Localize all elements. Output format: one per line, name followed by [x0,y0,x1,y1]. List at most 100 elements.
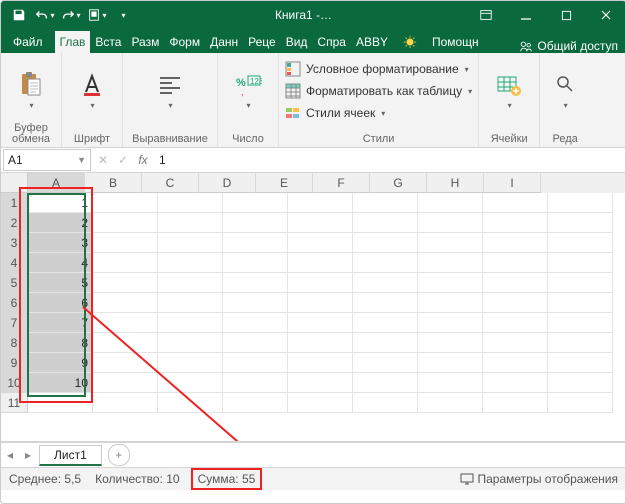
col-header[interactable]: B [85,173,142,193]
cell[interactable] [418,233,483,253]
row-header[interactable]: 3 [1,233,28,253]
cell[interactable] [288,393,353,413]
fx-icon[interactable]: fx [133,153,153,167]
cell[interactable] [158,213,223,233]
cell[interactable] [548,273,613,293]
tab-layout[interactable]: Разм [126,31,164,53]
name-box[interactable]: A1 ▼ [3,149,91,171]
cell[interactable] [483,313,548,333]
paste-button[interactable]: ▾ [5,57,57,123]
cell[interactable] [483,253,548,273]
cell[interactable] [93,313,158,333]
cell[interactable] [93,273,158,293]
cell[interactable] [418,353,483,373]
sheet-nav-prev-icon[interactable]: ◂ [1,448,19,462]
tell-me-label[interactable]: Помощн [427,31,484,53]
cell[interactable] [288,333,353,353]
cell[interactable] [223,253,288,273]
cell[interactable] [483,213,548,233]
display-settings[interactable]: Параметры отображения [460,472,619,486]
col-header[interactable]: E [256,173,313,193]
col-header[interactable]: C [142,173,199,193]
cells-button[interactable]: ▾ [483,57,535,123]
cell[interactable] [223,193,288,213]
row-header[interactable]: 11 [1,393,28,413]
cell[interactable] [288,353,353,373]
cell[interactable] [353,373,418,393]
cell[interactable] [93,193,158,213]
editing-button[interactable]: ▾ [544,57,586,123]
cell[interactable]: 3 [28,233,93,253]
cell[interactable] [288,313,353,333]
col-header[interactable]: H [427,173,484,193]
cell[interactable] [483,293,548,313]
cell[interactable] [28,393,93,413]
cell[interactable] [223,393,288,413]
cell[interactable] [483,193,548,213]
cell[interactable]: 9 [28,353,93,373]
cell[interactable] [353,313,418,333]
tab-home[interactable]: Глав [55,31,91,53]
maximize-icon[interactable] [546,1,586,29]
cell[interactable]: 5 [28,273,93,293]
cell[interactable] [93,333,158,353]
cell[interactable] [223,293,288,313]
cell[interactable] [483,353,548,373]
cell[interactable] [418,333,483,353]
cell[interactable] [223,373,288,393]
cell[interactable] [158,313,223,333]
cell[interactable] [93,213,158,233]
cell[interactable] [418,273,483,293]
cell[interactable] [288,253,353,273]
cell[interactable] [353,213,418,233]
row-header[interactable]: 1 [1,193,28,213]
cell[interactable] [353,233,418,253]
add-sheet-icon[interactable]: + [108,444,130,466]
cell[interactable] [288,213,353,233]
cell[interactable] [353,393,418,413]
cell[interactable] [288,293,353,313]
cell[interactable] [483,393,548,413]
row-header[interactable]: 7 [1,313,28,333]
alignment-button[interactable]: ▾ [130,57,210,123]
cell[interactable] [483,273,548,293]
row-header[interactable]: 5 [1,273,28,293]
cell[interactable] [93,253,158,273]
cell[interactable] [158,273,223,293]
redo-icon[interactable]: ▾ [59,4,83,26]
cell[interactable] [288,193,353,213]
cell[interactable] [353,273,418,293]
number-button[interactable]: %123, ▾ [222,57,274,123]
cell[interactable] [223,273,288,293]
qat-customize-icon[interactable]: ▾ [111,4,135,26]
cell[interactable] [288,273,353,293]
cell[interactable] [353,353,418,373]
touch-mode-icon[interactable]: ▾ [85,4,109,26]
tab-review[interactable]: Реце [243,31,281,53]
cell[interactable]: 4 [28,253,93,273]
cell[interactable] [93,393,158,413]
row-header[interactable]: 8 [1,333,28,353]
tab-data[interactable]: Данн [205,31,243,53]
share-button[interactable]: Общий доступ [511,39,625,53]
cell[interactable] [158,193,223,213]
cell[interactable] [548,313,613,333]
cell[interactable]: 7 [28,313,93,333]
select-all-corner[interactable] [1,173,28,193]
col-header[interactable]: I [484,173,541,193]
row-header[interactable]: 6 [1,293,28,313]
cell[interactable] [483,233,548,253]
cell-styles[interactable]: Стили ячеек ▾ [285,103,472,123]
cell[interactable] [158,293,223,313]
cell[interactable] [93,373,158,393]
conditional-formatting[interactable]: Условное форматирование ▾ [285,59,472,79]
cell[interactable] [548,293,613,313]
cell[interactable] [158,253,223,273]
col-header[interactable]: F [313,173,370,193]
col-header[interactable]: A [28,173,85,193]
cell[interactable] [353,333,418,353]
cell[interactable]: 10 [28,373,93,393]
col-header[interactable]: D [199,173,256,193]
tab-help[interactable]: Спра [312,31,351,53]
undo-icon[interactable]: ▾ [33,4,57,26]
